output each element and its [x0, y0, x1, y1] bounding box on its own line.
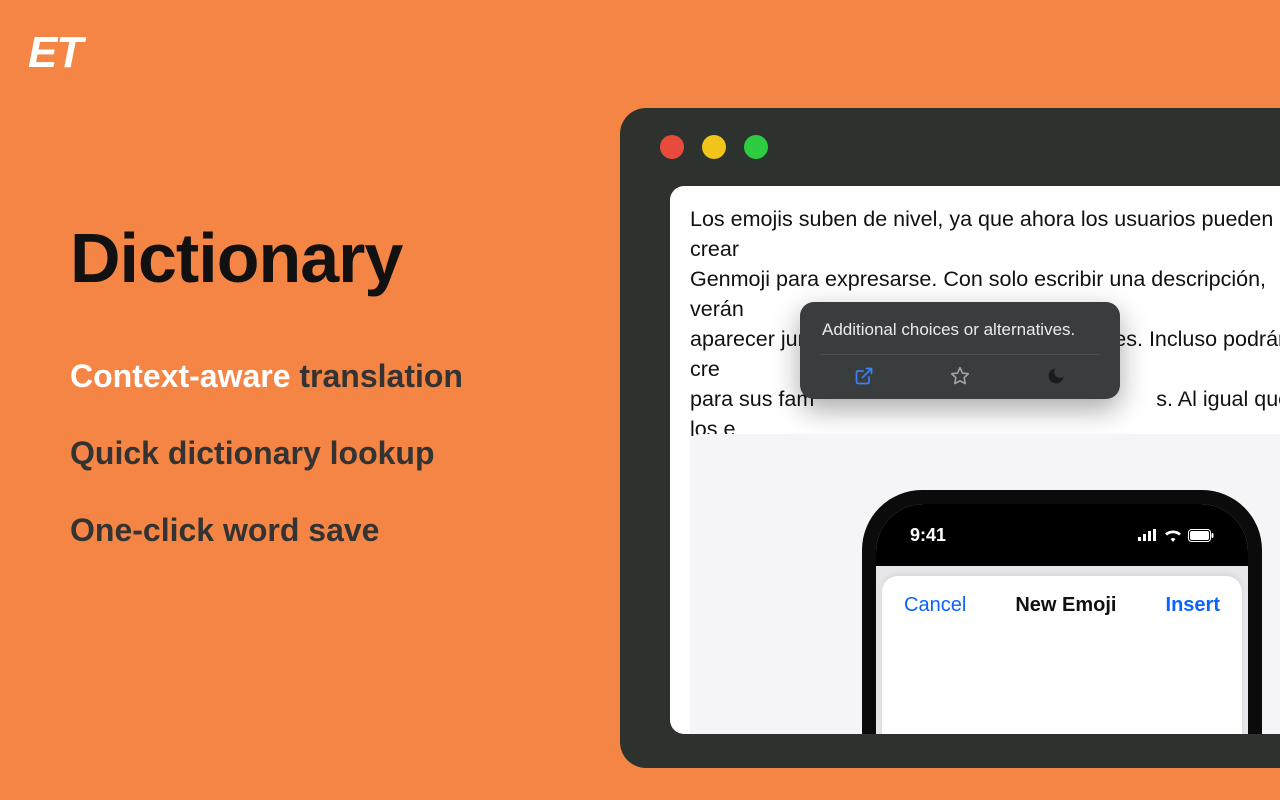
- modal-header: Cancel New Emoji Insert: [882, 576, 1242, 627]
- phone-screen: 9:41 Cancel New Emoji Insert: [876, 504, 1248, 734]
- new-emoji-modal: Cancel New Emoji Insert: [882, 576, 1242, 734]
- dynamic-island: [1002, 518, 1122, 552]
- brand-logo: ET: [28, 28, 82, 78]
- wifi-icon: [1164, 529, 1182, 542]
- feature-text: One-click word save: [70, 512, 379, 548]
- feature-highlight: Context-aware: [70, 358, 291, 394]
- feature-item: Context-aware translation: [70, 358, 463, 395]
- tooltip-actions: [800, 355, 1120, 399]
- page-content: Los emojis suben de nivel, ya que ahora …: [670, 186, 1280, 734]
- battery-icon: [1188, 529, 1214, 542]
- star-icon[interactable]: [949, 365, 971, 387]
- page-title: Dictionary: [70, 218, 402, 298]
- definition-text: Additional choices or alternatives.: [800, 302, 1120, 354]
- article-line: para sus fam: [690, 387, 814, 411]
- feature-text: Quick dictionary lookup: [70, 435, 435, 471]
- signal-icon: [1138, 529, 1158, 541]
- feature-item: One-click word save: [70, 512, 463, 549]
- status-icons: [1138, 529, 1214, 542]
- cancel-button[interactable]: Cancel: [904, 594, 966, 617]
- moon-icon[interactable]: [1045, 365, 1067, 387]
- close-icon[interactable]: [660, 135, 684, 159]
- browser-window: Los emojis suben de nivel, ya que ahora …: [620, 108, 1280, 768]
- minimize-icon[interactable]: [702, 135, 726, 159]
- article-line: Los emojis suben de nivel, ya que ahora …: [690, 207, 1273, 261]
- modal-title: New Emoji: [1015, 594, 1116, 617]
- insert-button[interactable]: Insert: [1166, 594, 1220, 617]
- window-titlebar: [620, 108, 1280, 186]
- phone-time: 9:41: [910, 525, 946, 546]
- phone-preview-area: 9:41 Cancel New Emoji Insert: [690, 434, 1280, 734]
- feature-list: Context-aware translation Quick dictiona…: [70, 358, 463, 589]
- feature-item: Quick dictionary lookup: [70, 435, 463, 472]
- feature-text: translation: [291, 358, 463, 394]
- maximize-icon[interactable]: [744, 135, 768, 159]
- external-link-icon[interactable]: [853, 365, 875, 387]
- phone-frame: 9:41 Cancel New Emoji Insert: [862, 490, 1262, 734]
- definition-tooltip: Additional choices or alternatives.: [800, 302, 1120, 399]
